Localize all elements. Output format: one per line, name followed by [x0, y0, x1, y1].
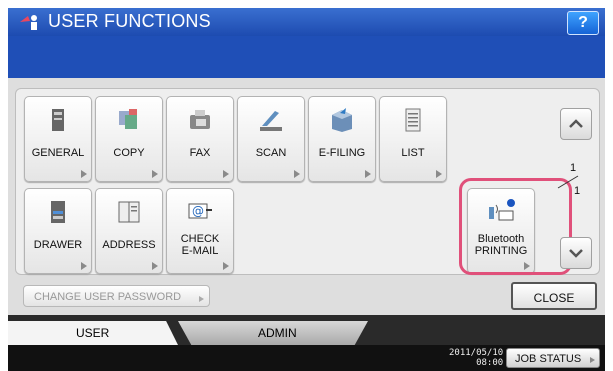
address-label: ADDRESS	[102, 239, 156, 251]
scan-label: SCAN	[255, 147, 287, 159]
job-status-label: JOB STATUS	[515, 353, 582, 365]
general-label: GENERAL	[31, 147, 85, 159]
chevron-up-icon	[569, 119, 583, 128]
general-button[interactable]: GENERAL	[24, 96, 92, 182]
arrow-icon	[152, 262, 158, 270]
message-area	[8, 36, 605, 78]
chevron-down-icon	[569, 249, 583, 258]
page-total: 1	[574, 185, 581, 197]
fax-label: FAX	[189, 147, 211, 159]
email-icon: @	[188, 203, 212, 219]
arrow-icon	[223, 170, 229, 178]
user-functions-icon	[20, 15, 37, 30]
drawer-label: DRAWER	[33, 239, 83, 251]
arrow-icon	[365, 170, 371, 178]
close-button[interactable]: CLOSE	[511, 282, 597, 310]
date-time: 2011/05/10 08:00	[449, 348, 504, 368]
scroll-down-button[interactable]	[560, 237, 592, 269]
svg-text:@: @	[192, 204, 204, 218]
arrow-icon	[223, 262, 229, 270]
arrow-icon	[81, 170, 87, 178]
scroll-up-button[interactable]	[560, 108, 592, 140]
highlight-frame	[459, 178, 572, 275]
scan-button[interactable]: SCAN	[237, 96, 305, 182]
change-user-password-button[interactable]: CHANGE USER PASSWORD	[23, 285, 210, 307]
page-title: USER FUNCTIONS	[48, 11, 211, 31]
check-email-button[interactable]: @ CHECK E-MAIL	[166, 188, 234, 274]
change-password-label: CHANGE USER PASSWORD	[34, 291, 182, 303]
job-status-button[interactable]: JOB STATUS	[506, 348, 600, 368]
arrow-icon	[436, 170, 442, 178]
list-icon	[405, 108, 421, 132]
drawer-icon	[51, 201, 65, 223]
arrow-icon	[294, 170, 300, 178]
arrow-icon	[199, 296, 204, 302]
app-window: USER FUNCTIONS ? GENERAL COPY FAX SCAN E…	[8, 8, 605, 371]
address-book-icon	[118, 201, 140, 223]
help-button[interactable]: ?	[567, 11, 599, 35]
fax-icon	[190, 110, 210, 129]
tab-user-label: USER	[76, 326, 110, 340]
check-email-label: CHECK E-MAIL	[180, 233, 220, 257]
arrow-icon	[590, 357, 595, 363]
address-button[interactable]: ADDRESS	[95, 188, 163, 274]
title-bar: USER FUNCTIONS ?	[8, 8, 605, 36]
scan-icon	[260, 111, 282, 131]
fax-button[interactable]: FAX	[166, 96, 234, 182]
copy-icon	[119, 109, 137, 129]
drawer-button[interactable]: DRAWER	[24, 188, 92, 274]
general-icon	[52, 109, 64, 131]
e-filing-label: E-FILING	[318, 147, 366, 159]
tab-admin-label: ADMIN	[258, 326, 297, 340]
e-filing-button[interactable]: E-FILING	[308, 96, 376, 182]
list-label: LIST	[401, 147, 425, 159]
arrow-icon	[81, 262, 87, 270]
tab-user[interactable]: USER	[8, 321, 178, 345]
page-current: 1	[570, 162, 577, 174]
e-filing-icon	[332, 108, 352, 132]
copy-label: COPY	[113, 147, 145, 159]
arrow-icon	[152, 170, 158, 178]
tab-admin[interactable]: ADMIN	[178, 321, 368, 345]
list-button[interactable]: LIST	[379, 96, 447, 182]
copy-button[interactable]: COPY	[95, 96, 163, 182]
